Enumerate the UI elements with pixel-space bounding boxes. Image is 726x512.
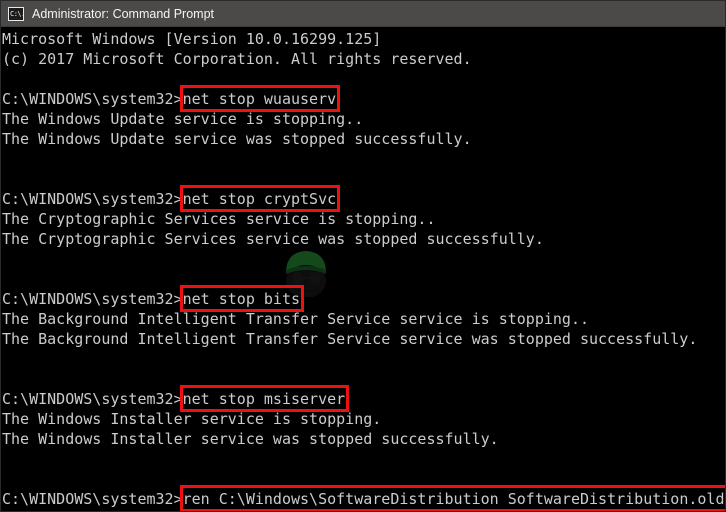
command-prompt-icon-glyph: C:\. xyxy=(10,9,25,18)
output-text: Microsoft Windows [Version 10.0.16299.12… xyxy=(2,30,382,48)
cmd-net-stop-cryptsvc: C:\WINDOWS\system32>net stop cryptSvc xyxy=(2,185,725,212)
console-lines: Microsoft Windows [Version 10.0.16299.12… xyxy=(2,29,725,511)
out-bits-stopped: The Background Intelligent Transfer Serv… xyxy=(2,329,725,349)
blank-4 xyxy=(2,249,725,269)
cmd-net-stop-wuauserv: C:\WINDOWS\system32>net stop wuauserv xyxy=(2,85,725,112)
command-prompt-icon: C:\. xyxy=(8,6,25,21)
prompt-text: C:\WINDOWS\system32> xyxy=(2,290,183,308)
console-output-area[interactable]: Microsoft Windows [Version 10.0.16299.12… xyxy=(1,27,725,511)
highlighted-command: net stop msiserver xyxy=(179,385,349,412)
blank-9 xyxy=(2,469,725,489)
output-text: The Windows Update service is stopping.. xyxy=(2,110,364,128)
out-wuauserv-stopped: The Windows Update service was stopped s… xyxy=(2,129,725,149)
highlighted-command: ren C:\Windows\SoftwareDistribution Soft… xyxy=(179,485,725,511)
window-title: Administrator: Command Prompt xyxy=(32,6,215,21)
blank-2 xyxy=(2,149,725,169)
blank-6 xyxy=(2,349,725,369)
copyright-line: (c) 2017 Microsoft Corporation. All righ… xyxy=(2,49,725,69)
cmd-ren-softwaredistribution: C:\WINDOWS\system32>ren C:\Windows\Softw… xyxy=(2,485,725,511)
out-cryptsvc-stopped: The Cryptographic Services service was s… xyxy=(2,229,725,249)
output-text: The Windows Installer service is stoppin… xyxy=(2,410,382,428)
output-text: The Background Intelligent Transfer Serv… xyxy=(2,330,698,348)
out-bits-stopping: The Background Intelligent Transfer Serv… xyxy=(2,309,725,329)
prompt-text: C:\WINDOWS\system32> xyxy=(2,90,183,108)
highlighted-command: net stop wuauserv xyxy=(179,85,340,112)
out-cryptsvc-stopping: The Cryptographic Services service is st… xyxy=(2,209,725,229)
version-line: Microsoft Windows [Version 10.0.16299.12… xyxy=(2,29,725,49)
blank-7 xyxy=(2,369,725,389)
out-wuauserv-stopping: The Windows Update service is stopping.. xyxy=(2,109,725,129)
cmd-net-stop-msiserver: C:\WINDOWS\system32>net stop msiserver xyxy=(2,385,725,412)
cmd-net-stop-bits: C:\WINDOWS\system32>net stop bits xyxy=(2,285,725,312)
blank-5 xyxy=(2,269,725,289)
blank-3 xyxy=(2,169,725,189)
highlighted-command: net stop bits xyxy=(179,285,305,312)
output-text: The Background Intelligent Transfer Serv… xyxy=(2,310,589,328)
prompt-text: C:\WINDOWS\system32> xyxy=(2,390,183,408)
window-titlebar[interactable]: C:\. Administrator: Command Prompt xyxy=(1,1,725,27)
output-text: The Cryptographic Services service is st… xyxy=(2,210,436,228)
blank-1 xyxy=(2,69,725,89)
output-text: (c) 2017 Microsoft Corporation. All righ… xyxy=(2,50,472,68)
prompt-text: C:\WINDOWS\system32> xyxy=(2,190,183,208)
output-text: The Windows Update service was stopped s… xyxy=(2,130,472,148)
command-prompt-window: C:\. Administrator: Command Prompt Micro… xyxy=(0,0,726,512)
output-text: The Cryptographic Services service was s… xyxy=(2,230,544,248)
highlighted-command: net stop cryptSvc xyxy=(179,185,340,212)
prompt-text: C:\WINDOWS\system32> xyxy=(2,490,183,508)
out-msiserver-stopping: The Windows Installer service is stoppin… xyxy=(2,409,725,429)
out-msiserver-stopped: The Windows Installer service was stoppe… xyxy=(2,429,725,449)
output-text: The Windows Installer service was stoppe… xyxy=(2,430,499,448)
blank-8 xyxy=(2,449,725,469)
